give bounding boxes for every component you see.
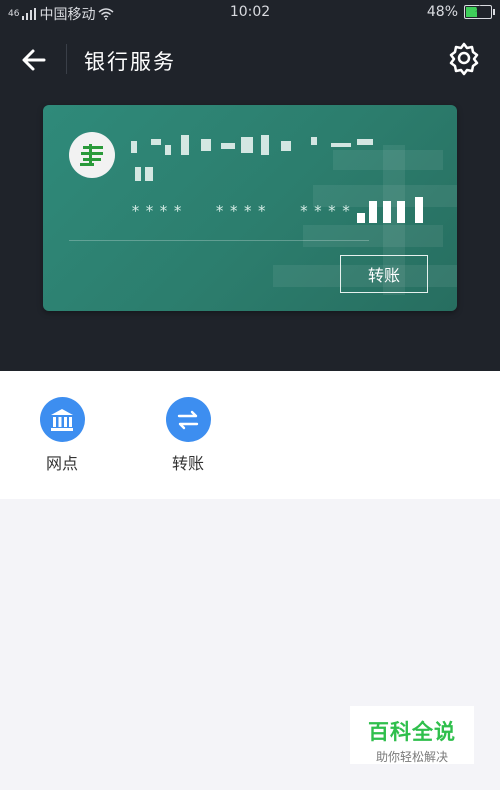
card-number-masked: **** **** **** [131, 202, 356, 220]
bank-card[interactable]: **** **** **** 转账 [43, 105, 457, 311]
arrow-left-icon [22, 49, 46, 71]
service-actions: 网点 转账 [0, 371, 500, 499]
gear-icon [449, 42, 479, 76]
watermark-brand: 百科全说 [368, 720, 456, 744]
bank-icon [39, 397, 85, 442]
page-title: 银行服务 [84, 50, 176, 74]
transfer-action[interactable]: 转账 [148, 397, 228, 474]
status-bar: 46 中国移动 10:02 48% ⚡ [0, 0, 500, 26]
branch-label: 网点 [45, 454, 78, 473]
card-divider [69, 240, 369, 241]
card-transfer-button[interactable]: 转账 [340, 255, 428, 293]
bank-logo-icon [69, 132, 115, 178]
branch-action[interactable]: 网点 [22, 397, 102, 474]
bank-name-pixelated [131, 135, 373, 181]
site-watermark: 百科全说 助你轻松解决 [350, 706, 474, 764]
back-button[interactable] [16, 42, 52, 78]
status-right: 48% ⚡ [426, 4, 495, 20]
transfer-icon [165, 397, 211, 442]
charging-icon: ⚡ [474, 4, 482, 15]
battery-icon: ⚡ [464, 4, 495, 19]
card-last-digits-pixelated [357, 197, 423, 223]
app-header: 银行服务 **** **** **** 转账 [0, 26, 500, 371]
postal-bank-icon [80, 144, 103, 166]
header-divider [66, 44, 67, 74]
watermark-slogan: 助你轻松解决 [375, 750, 448, 764]
battery-percent: 48% [426, 4, 458, 20]
clock: 10:02 [229, 4, 271, 20]
transfer-label: 转账 [171, 454, 204, 473]
settings-button[interactable] [446, 40, 482, 76]
